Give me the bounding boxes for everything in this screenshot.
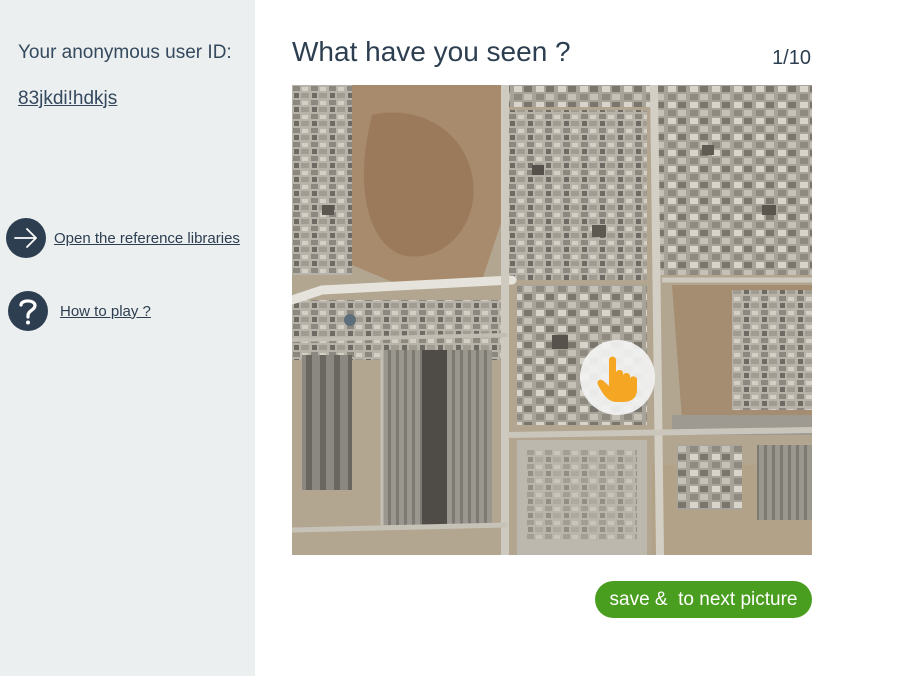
arrow-right-icon — [6, 218, 46, 258]
reference-libraries-label: Open the reference libraries — [54, 229, 240, 247]
picture-counter: 1/10 — [772, 47, 811, 69]
user-id-label: Your anonymous user ID: — [18, 42, 232, 63]
user-id-value[interactable]: 83jkdi!hdkjs — [18, 88, 117, 110]
page-title: What have you seen ? — [292, 36, 571, 67]
question-icon — [8, 291, 48, 331]
satellite-image-graphic — [292, 85, 812, 555]
satellite-image[interactable] — [292, 85, 812, 555]
sidebar: Your anonymous user ID: 83jkdi!hdkjs Ope… — [0, 0, 255, 676]
how-to-play-label: How to play ? — [60, 302, 151, 320]
reference-libraries-link[interactable]: Open the reference libraries — [6, 218, 240, 258]
save-next-button[interactable]: save & to next picture — [595, 581, 812, 618]
hand-pointer-icon — [580, 340, 655, 415]
how-to-play-link[interactable]: How to play ? — [8, 291, 151, 331]
